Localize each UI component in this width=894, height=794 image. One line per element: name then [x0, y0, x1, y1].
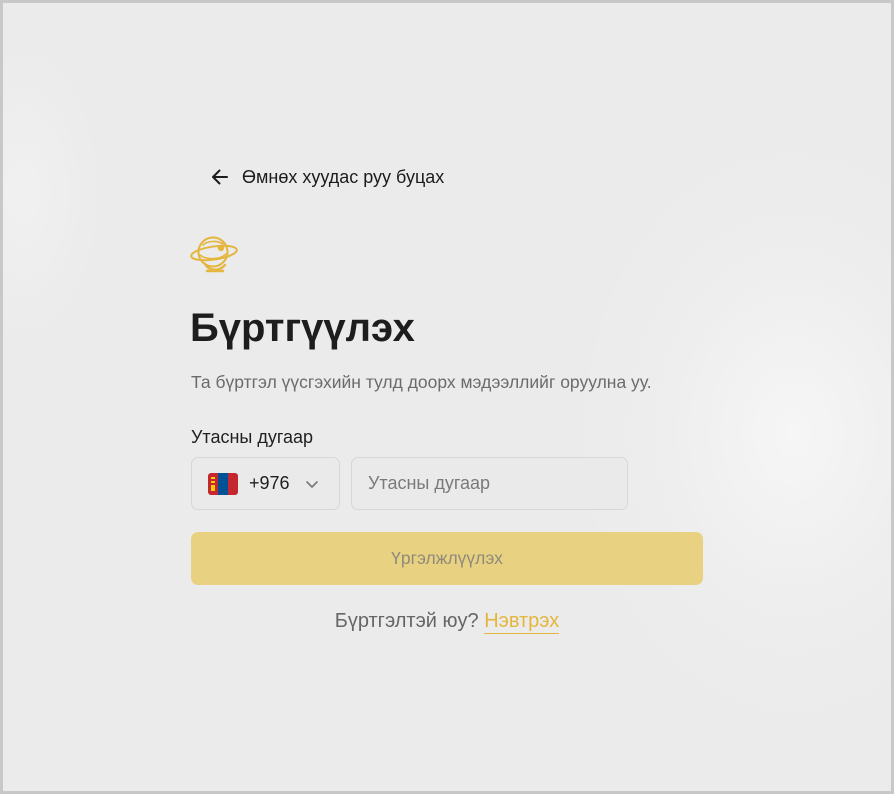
phone-number-input[interactable] — [351, 457, 628, 510]
back-link[interactable]: Өмнөх хуудас руу буцах — [210, 163, 444, 191]
background-glow — [3, 43, 103, 343]
arrow-left-icon — [212, 169, 228, 185]
mongolia-flag-icon — [208, 472, 238, 495]
signup-page: Өмнөх хуудас руу буцах Бүртгүүлэх Та бүр… — [0, 0, 894, 794]
globe-logo-icon — [190, 236, 238, 273]
continue-button[interactable]: Үргэлжлүүлэх — [191, 532, 703, 585]
login-prompt: Бүртгэлтэй юу? Нэвтрэх — [191, 608, 703, 634]
phone-field-label: Утасны дугаар — [191, 427, 314, 447]
login-question: Бүртгэлтэй юу? — [334, 610, 479, 632]
chevron-down-icon — [305, 480, 318, 488]
dial-code: +976 — [249, 473, 290, 493]
back-link-label: Өмнөх хуудас руу буцах — [242, 166, 445, 187]
page-title: Бүртгүүлэх — [190, 306, 415, 350]
login-link[interactable]: Нэвтрэх — [484, 610, 560, 634]
page-subtitle: Та бүртгэл үүсгэхийн тулд доорх мэдээлли… — [191, 372, 652, 392]
country-code-select[interactable]: +976 — [191, 457, 340, 510]
